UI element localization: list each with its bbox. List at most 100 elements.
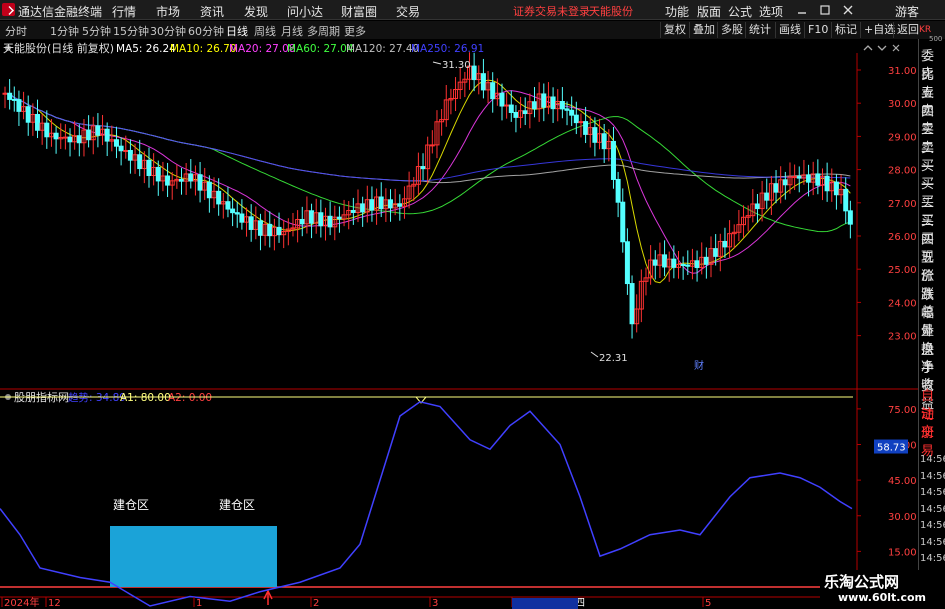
chevron-down-icon[interactable] xyxy=(877,45,887,51)
menu-quotes[interactable]: 行情 xyxy=(112,3,136,20)
financial-event-marker[interactable]: 财 xyxy=(694,359,704,372)
candle-body xyxy=(397,203,403,207)
period-5min[interactable]: 5分钟 xyxy=(82,23,111,39)
draw-line-button[interactable]: 画线 xyxy=(775,22,804,38)
candle-body xyxy=(815,173,821,186)
period-30min[interactable]: 30分钟 xyxy=(150,23,186,39)
main-legend-title: 天能股份(日线 前复权) xyxy=(3,41,114,55)
sub-legend-item: A1: 80.00 xyxy=(120,392,171,404)
candle-body xyxy=(62,136,68,139)
period-15min[interactable]: 15分钟 xyxy=(113,23,149,39)
candle-body xyxy=(782,179,788,186)
maximize-icon[interactable] xyxy=(818,3,832,17)
candle-body xyxy=(713,248,719,257)
period-multi[interactable]: 多周期 xyxy=(307,23,340,39)
menu-trade[interactable]: 交易 xyxy=(396,3,420,20)
candle-body xyxy=(532,101,538,110)
candle-body xyxy=(601,133,607,150)
user-guest[interactable]: 游客 xyxy=(895,3,919,20)
candle-body xyxy=(610,140,616,180)
candle-body xyxy=(615,178,621,203)
candle-body xyxy=(694,260,700,269)
ma-legend-item: MA5: 26.24 xyxy=(116,43,176,55)
menu-layout[interactable]: 版面 xyxy=(697,3,721,20)
candle-body xyxy=(25,106,31,123)
zone-label-1: 建仓区 xyxy=(113,498,149,512)
chart-canvas[interactable]: 天能股份(日线 前复权) MA5: 26.24MA10: 26.70MA20: … xyxy=(0,39,918,609)
date-label: 3 xyxy=(432,598,438,609)
minimize-icon[interactable] xyxy=(795,3,809,17)
high-price-label: 31.30 xyxy=(442,60,471,71)
chevron-up-icon[interactable] xyxy=(863,45,873,51)
period-weekly[interactable]: 周线 xyxy=(254,23,276,39)
ma-legend-item: MA20: 27.08 xyxy=(229,43,296,55)
date-label: 5 xyxy=(705,598,711,609)
notice-stock-name: 天能股份 xyxy=(589,5,633,18)
candle-body xyxy=(318,212,324,227)
price-tick-label: 28.00 xyxy=(888,166,917,177)
candle-body xyxy=(796,176,802,179)
stats-button[interactable]: 统计 xyxy=(745,22,774,38)
candle-body xyxy=(225,201,231,210)
pane-close-icon[interactable] xyxy=(892,44,900,52)
menu-options[interactable]: 选项 xyxy=(759,3,783,20)
period-toolbar: 分时 1分钟 5分钟 15分钟 30分钟 60分钟 日线 周线 月线 多周期 更… xyxy=(0,21,945,39)
panel-tag-sub: 500 xyxy=(929,35,943,43)
candle-body xyxy=(230,208,236,214)
period-more[interactable]: 更多 xyxy=(344,23,366,39)
candle-body xyxy=(583,121,589,135)
price-tick-label: 24.00 xyxy=(888,298,917,309)
f10-button[interactable]: F10 xyxy=(804,22,831,38)
candle-body xyxy=(267,223,273,237)
candle-body xyxy=(248,216,254,230)
candle-body xyxy=(86,129,92,141)
date-axis-labels: 2024年121232025/03/20/四5 xyxy=(1,596,711,609)
login-notice[interactable]: 证券交易未登录 xyxy=(513,3,590,19)
candle-body xyxy=(499,92,505,107)
candle-body xyxy=(550,96,556,110)
candle-body xyxy=(7,92,13,100)
period-monthly[interactable]: 月线 xyxy=(281,23,303,39)
sub-tick-group: 75.0060.0045.0030.0015.0058.73 xyxy=(857,405,917,558)
candle-body xyxy=(378,196,384,210)
period-daily[interactable]: 日线 xyxy=(226,23,248,39)
candle-body xyxy=(239,213,245,223)
multi-stock-button[interactable]: 多股 xyxy=(717,22,746,38)
close-icon[interactable] xyxy=(841,3,855,17)
period-1min[interactable]: 1分钟 xyxy=(50,23,79,39)
candle-body xyxy=(257,220,263,236)
candle-body xyxy=(508,104,514,113)
menu-wealth-circle[interactable]: 财富圈 xyxy=(341,3,377,20)
period-60min[interactable]: 60分钟 xyxy=(188,23,224,39)
candle-body xyxy=(564,108,570,111)
candle-body xyxy=(652,259,658,266)
watermark-url: www.60lt.com xyxy=(838,591,927,604)
watermark-title: 乐淘公式网 xyxy=(824,573,900,591)
candle-body xyxy=(188,173,194,182)
candle-body xyxy=(824,175,830,192)
menu-news[interactable]: 资讯 xyxy=(200,3,224,20)
date-label: 2024年 xyxy=(4,596,39,609)
tick-time: 14:56 xyxy=(920,553,945,564)
back-button[interactable]: 返回 xyxy=(893,22,922,38)
candle-body xyxy=(671,258,677,268)
restore-right-button[interactable]: 复权 xyxy=(660,22,689,38)
price-tick-label: 29.00 xyxy=(888,132,917,143)
candle-body xyxy=(67,136,73,143)
menu-ask[interactable]: 问小达 xyxy=(287,3,323,20)
menu-bar: 通达信金融终端 行情 市场 资讯 发现 问小达 财富圈 交易 证券交易未登录 天… xyxy=(0,0,945,20)
candle-body xyxy=(847,210,853,225)
overlay-button[interactable]: 叠加 xyxy=(689,22,718,38)
menu-market[interactable]: 市场 xyxy=(156,3,180,20)
menu-functions[interactable]: 功能 xyxy=(665,3,689,20)
panel-tag: KR xyxy=(919,25,932,35)
period-tick[interactable]: 分时 xyxy=(5,23,27,39)
sub-legend-item: A2: 0.00 xyxy=(168,392,212,404)
candle-body xyxy=(44,122,50,138)
mark-button[interactable]: 标记 xyxy=(831,22,860,38)
menu-discover[interactable]: 发现 xyxy=(244,3,268,20)
ma-legend-item: MA60: 27.04 xyxy=(287,43,354,55)
date-label: 1 xyxy=(196,598,202,609)
menu-formula[interactable]: 公式 xyxy=(728,3,752,20)
candle-body xyxy=(146,159,152,177)
